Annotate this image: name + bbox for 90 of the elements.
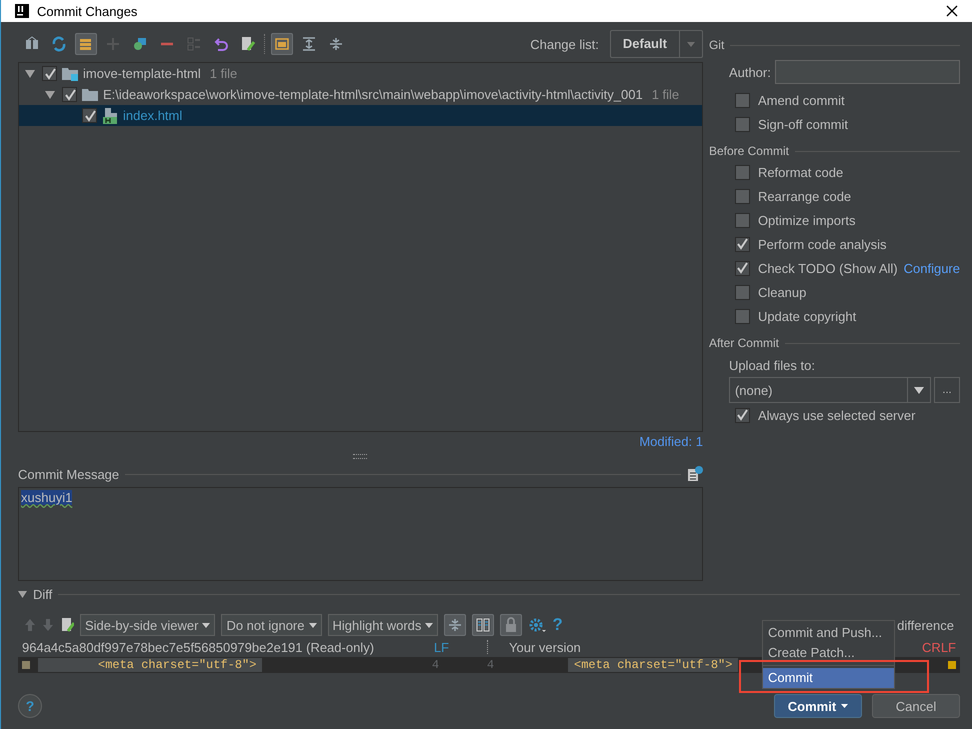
section-label: After Commit xyxy=(708,336,779,350)
checkbox[interactable] xyxy=(734,164,750,180)
file-name: imove-template-html xyxy=(83,66,201,81)
help-button[interactable]: ? xyxy=(18,694,42,718)
dropdown[interactable]: Do not ignore xyxy=(221,614,322,636)
change-marker xyxy=(22,661,30,669)
cancel-button[interactable]: Cancel xyxy=(872,694,960,718)
upload-label: Upload files to: xyxy=(728,358,816,373)
app-logo-icon xyxy=(15,4,29,18)
tree-row[interactable]: index.html xyxy=(19,105,702,126)
dropdown[interactable]: Side-by-side viewer xyxy=(80,614,216,636)
option-label: Rearrange code xyxy=(758,188,852,204)
checkbox[interactable] xyxy=(82,108,97,123)
checkbox[interactable] xyxy=(734,236,750,252)
side-by-side-icon[interactable] xyxy=(472,614,494,636)
caret-icon xyxy=(202,622,210,628)
close-icon[interactable] xyxy=(946,5,958,17)
collapse-arrow-icon[interactable] xyxy=(25,70,35,78)
change-list-dropdown[interactable]: Default xyxy=(610,30,703,58)
tree-row[interactable]: imove-template-html 1 file xyxy=(19,63,702,84)
file-count: 1 file xyxy=(210,66,238,81)
splitter-grip[interactable] xyxy=(353,454,368,459)
option-label: Cleanup xyxy=(758,284,806,300)
folder-icon xyxy=(82,86,98,102)
change-list-label: Change list: xyxy=(530,36,599,52)
caret-icon xyxy=(308,622,316,628)
html-file-icon xyxy=(102,108,118,124)
history-icon[interactable] xyxy=(686,466,703,482)
checkbox[interactable] xyxy=(42,66,57,81)
server-dropdown[interactable]: (none) xyxy=(728,377,931,403)
settings-icon[interactable] xyxy=(528,617,546,633)
checkbox[interactable] xyxy=(734,188,750,204)
checkbox[interactable] xyxy=(734,116,750,132)
configure-link[interactable]: Configure xyxy=(904,260,960,276)
option-label: Amend commit xyxy=(758,92,845,108)
option-label: Sign-off commit xyxy=(758,116,848,132)
checkbox[interactable] xyxy=(734,212,750,228)
commit-button[interactable]: Commit xyxy=(774,694,862,718)
line-separator-label: CRLF xyxy=(922,640,956,654)
modified-count: Modified: 1 xyxy=(639,434,703,448)
caret-icon xyxy=(686,42,695,46)
checkbox[interactable] xyxy=(734,92,750,108)
menu-item[interactable]: Commit and Push... xyxy=(763,623,894,643)
collapse-arrow-icon[interactable] xyxy=(18,590,27,598)
line-number: 4 xyxy=(486,658,496,672)
folder-icon[interactable] xyxy=(271,33,293,55)
splitter-grip[interactable] xyxy=(487,640,491,654)
caret-icon xyxy=(914,386,924,394)
section-label: Before Commit xyxy=(708,144,789,158)
difference-count: difference xyxy=(897,618,954,632)
file-count: 1 file xyxy=(652,87,680,102)
menu-item[interactable]: Create Patch... xyxy=(763,643,894,663)
line-number: 4 xyxy=(430,658,440,672)
option-label: Check TODO (Show All) xyxy=(758,260,898,276)
help-icon[interactable]: ? xyxy=(552,615,563,635)
revision-title: 964a4c5a80df997e78bec7e5f56850979be2e191 (Read-only) xyxy=(22,640,374,654)
edit-icon[interactable] xyxy=(60,617,74,633)
checkbox[interactable] xyxy=(734,260,750,276)
caret-icon xyxy=(425,622,434,628)
checkbox[interactable] xyxy=(62,87,77,102)
author-label: Author: xyxy=(728,64,771,80)
author-field[interactable] xyxy=(774,60,960,84)
collapse-unchanged-icon[interactable] xyxy=(444,614,466,636)
window-title: Commit Changes xyxy=(37,4,138,18)
stack-icon[interactable] xyxy=(75,33,97,55)
dropdown[interactable]: Highlight words xyxy=(328,614,438,636)
browse-button[interactable]: ... xyxy=(934,377,960,403)
tree-row[interactable]: E:\ideaworkspace\work\imove-template-html\src\main\webapp\imove\activity-html\activity_001 1 file xyxy=(19,84,702,105)
revision-title: Your version xyxy=(509,640,581,654)
caret-icon xyxy=(841,704,848,708)
file-name: index.html xyxy=(123,108,182,123)
file-name: E:\ideaworkspace\work\imove-template-html\src\main\webapp\imove\activity-html\activity_001 xyxy=(103,87,643,102)
section-label: Commit Message xyxy=(18,466,120,482)
line-separator-label: LF xyxy=(434,640,449,654)
commit-message-field[interactable]: xushuyi1 xyxy=(18,487,703,581)
section-label: Git xyxy=(708,38,724,52)
checkbox[interactable] xyxy=(734,284,750,300)
option-label: Perform code analysis xyxy=(758,236,887,252)
option-label: Optimize imports xyxy=(758,212,856,228)
module-folder-icon xyxy=(62,66,78,82)
option-label: Reformat code xyxy=(758,164,844,180)
option-label: Always use selected server xyxy=(758,408,916,422)
checkbox[interactable] xyxy=(734,408,750,422)
change-marker xyxy=(948,661,956,669)
collapse-arrow-icon[interactable] xyxy=(45,90,55,98)
option-label: Update copyright xyxy=(758,308,856,324)
checkbox[interactable] xyxy=(734,308,750,324)
menu-item[interactable]: Commit xyxy=(763,668,894,688)
lock-icon[interactable] xyxy=(500,614,522,636)
section-label: Diff xyxy=(33,586,52,602)
